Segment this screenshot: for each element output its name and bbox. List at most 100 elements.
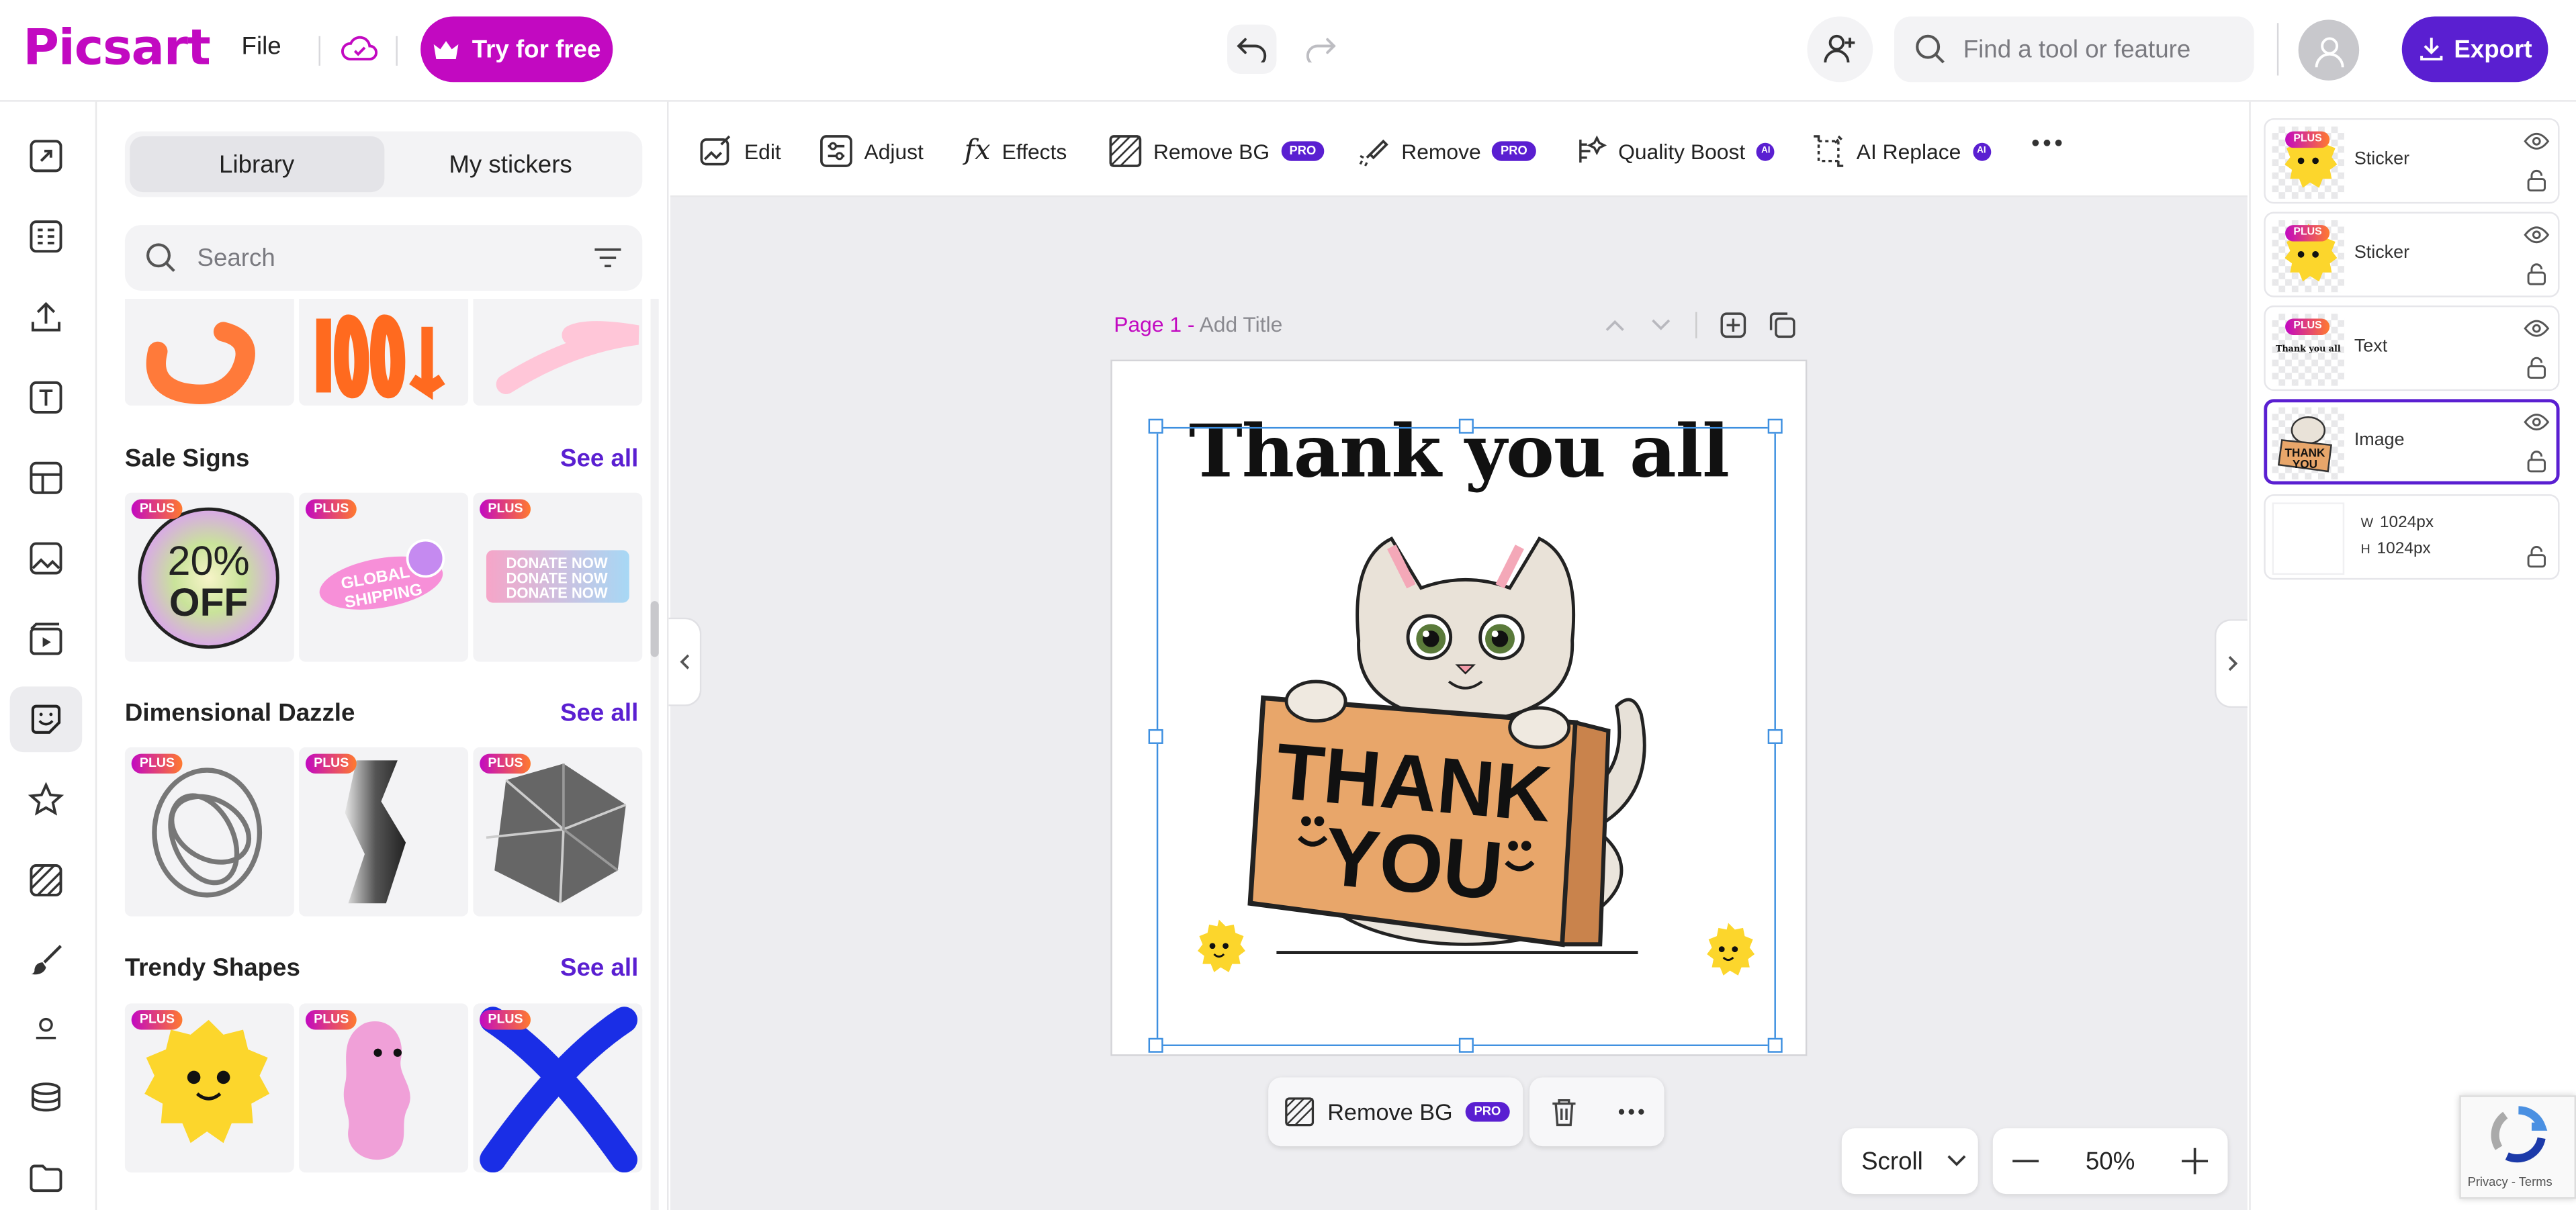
try-for-free-button[interactable]: Try for free — [420, 16, 613, 83]
sticker-tile-zigzag[interactable]: PLUS — [299, 747, 469, 917]
resize-handle-top[interactable] — [1458, 418, 1474, 434]
redo-button[interactable] — [1296, 25, 1345, 74]
rail-more[interactable] — [10, 1010, 83, 1046]
rail-templates[interactable] — [10, 123, 83, 189]
resize-handle-right[interactable] — [1767, 729, 1783, 744]
lock-icon[interactable] — [2527, 263, 2546, 285]
resize-handle-top-left[interactable] — [1148, 418, 1163, 434]
rail-text[interactable] — [10, 365, 83, 430]
see-all-trendy-shapes-link[interactable]: See all — [560, 954, 638, 982]
lock-icon[interactable] — [2527, 450, 2546, 473]
expand-layers-button[interactable] — [2214, 619, 2248, 708]
add-page-icon[interactable] — [1720, 312, 1746, 338]
rail-favorites[interactable] — [10, 767, 83, 833]
sticker-tile-chrome-knot[interactable]: PLUS — [124, 747, 294, 917]
see-all-dimensional-dazzle-link[interactable]: See all — [560, 700, 638, 728]
rail-videos[interactable] — [10, 606, 83, 672]
lock-icon[interactable] — [2527, 545, 2546, 568]
sticker-tile-pink-s[interactable] — [473, 299, 643, 406]
sticker-tile-yellow-flower[interactable]: PLUS — [124, 1003, 294, 1173]
layer-item-sticker-1[interactable]: PLUS Sticker — [2264, 118, 2560, 204]
lock-icon[interactable] — [2527, 357, 2546, 379]
zoom-out-icon[interactable] — [2012, 1160, 2039, 1163]
page-title-input[interactable]: Add Title — [1200, 312, 1283, 337]
eye-icon[interactable] — [2524, 132, 2550, 151]
chevron-down-icon[interactable] — [1650, 317, 1673, 333]
effects-tool-button[interactable]: fx Effects — [965, 135, 1067, 168]
remove-tool-button[interactable]: Remove PRO — [1357, 135, 1536, 168]
undo-icon — [1235, 36, 1268, 62]
rail-layouts[interactable] — [10, 203, 83, 269]
layer-item-image[interactable]: THANK YOU Image — [2264, 399, 2560, 485]
page-label[interactable]: Page 1 - Add Title — [1114, 312, 1282, 337]
lock-icon[interactable] — [2527, 169, 2546, 192]
resize-handle-bottom-right[interactable] — [1767, 1037, 1783, 1053]
more-tools-button[interactable] — [2031, 138, 2063, 148]
layer-item-sticker-2[interactable]: PLUS Sticker — [2264, 212, 2560, 297]
sticker-tile-100[interactable] — [299, 299, 469, 406]
sticker-tile-pink-blob[interactable]: PLUS — [299, 1003, 469, 1173]
rail-elements[interactable] — [10, 445, 83, 511]
background-thumbnail — [2272, 502, 2345, 575]
see-all-sale-signs-link[interactable]: See all — [560, 445, 638, 473]
resize-handle-top-right[interactable] — [1767, 418, 1783, 434]
tool-search-input[interactable]: Find a tool or feature — [1894, 16, 2254, 83]
quality-boost-tool-button[interactable]: Quality Boost AI — [1574, 135, 1775, 168]
resize-handle-bottom[interactable] — [1458, 1037, 1474, 1053]
picsart-logo[interactable]: Picsart — [23, 19, 211, 77]
rail-brand-kit[interactable] — [10, 1064, 83, 1130]
recaptcha-badge[interactable]: Privacy - Terms — [2459, 1095, 2576, 1199]
context-remove-bg-button[interactable]: Remove BG PRO — [1268, 1077, 1523, 1147]
zoom-level[interactable]: 50% — [2086, 1147, 2135, 1175]
rail-stickers[interactable] — [9, 686, 83, 753]
remove-bg-tool-button[interactable]: Remove BG PRO — [1109, 135, 1325, 168]
sticker-tile-20-off[interactable]: 20% OFF PLUS — [124, 492, 294, 662]
resize-handle-bottom-left[interactable] — [1148, 1037, 1163, 1053]
recaptcha-privacy-link[interactable]: Privacy — [2468, 1174, 2508, 1189]
recaptcha-terms-link[interactable]: Terms — [2519, 1174, 2552, 1189]
sticker-tile-donate-now[interactable]: DONATE NOW DONATE NOW DONATE NOW PLUS — [473, 492, 643, 662]
sticker-tile-orange-loop[interactable] — [124, 299, 294, 406]
rail-draw[interactable] — [10, 928, 83, 994]
sticker-tile-blue-x[interactable]: PLUS — [473, 1003, 643, 1173]
scroll-mode-dropdown[interactable]: Scroll — [1841, 1128, 1978, 1195]
search-icon — [1914, 33, 1947, 66]
tab-library[interactable]: Library — [130, 136, 384, 193]
export-button[interactable]: Export — [2401, 16, 2548, 83]
avatar[interactable] — [2298, 19, 2360, 81]
eye-icon[interactable] — [2524, 318, 2550, 338]
eye-icon[interactable] — [2524, 412, 2550, 432]
rail-folders[interactable] — [10, 1145, 83, 1210]
trash-icon[interactable] — [1550, 1097, 1576, 1127]
invite-user-button[interactable] — [1807, 16, 1873, 83]
layer-item-background[interactable]: W 1024px H 1024px — [2264, 494, 2560, 580]
panel-scrollbar-track[interactable] — [650, 299, 659, 1210]
edit-tool-button[interactable]: Edit — [700, 135, 781, 168]
file-menu[interactable]: File — [242, 33, 281, 61]
collapse-panel-button[interactable] — [668, 617, 702, 706]
layer-item-text[interactable]: Thank you all PLUS Text — [2264, 305, 2560, 391]
more-horizontal-icon[interactable] — [1617, 1109, 1644, 1115]
panel-scrollbar-thumb[interactable] — [650, 601, 659, 657]
sticker-search-input[interactable]: Search — [124, 225, 643, 291]
remove-bg-icon — [1109, 135, 1142, 168]
sticker-tile-global-shipping[interactable]: GLOBAL SHIPPING PLUS — [299, 492, 469, 662]
zoom-in-icon[interactable] — [2182, 1148, 2209, 1174]
rail-photos[interactable] — [10, 526, 83, 592]
remove-bg-label: Remove BG — [1153, 138, 1270, 164]
duplicate-page-icon[interactable] — [1769, 312, 1795, 338]
undo-button[interactable] — [1227, 24, 1277, 75]
rail-uploads[interactable] — [10, 284, 83, 350]
ai-replace-tool-button[interactable]: AI Replace AI — [1812, 135, 1991, 168]
filter-icon[interactable] — [593, 246, 623, 269]
tab-my-stickers[interactable]: My stickers — [384, 136, 637, 192]
sticker-tile-crystal[interactable]: PLUS — [473, 747, 643, 917]
adjust-tool-button[interactable]: Adjust — [819, 135, 924, 168]
selection-box[interactable] — [1156, 426, 1776, 1046]
video-icon — [28, 621, 64, 657]
rail-backgrounds[interactable] — [10, 847, 83, 913]
eye-icon[interactable] — [2524, 225, 2550, 244]
cloud-sync-icon[interactable] — [340, 31, 380, 67]
resize-handle-left[interactable] — [1148, 729, 1163, 744]
chevron-up-icon[interactable] — [1603, 317, 1626, 333]
